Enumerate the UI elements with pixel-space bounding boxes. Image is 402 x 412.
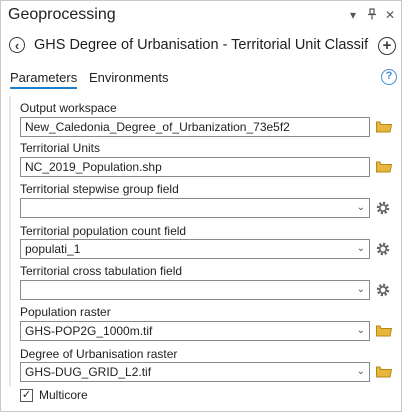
pop-count-value: populati_1: [25, 242, 81, 256]
cross-tab-select[interactable]: ⌄: [20, 280, 370, 300]
pop-count-label: Territorial population count field: [20, 224, 187, 238]
folder-icon[interactable]: [376, 324, 392, 337]
pop-raster-value: GHS-POP2G_1000m.tif: [25, 324, 153, 338]
tool-title: GHS Degree of Urbanisation - Territorial…: [34, 37, 369, 53]
dou-raster-label: Degree of Urbanisation raster: [20, 347, 178, 361]
folder-icon[interactable]: [376, 365, 392, 378]
dou-raster-value: GHS-DUG_GRID_L2.tif: [25, 365, 152, 379]
close-icon[interactable]: ✕: [383, 8, 397, 22]
help-icon[interactable]: ?: [381, 69, 397, 85]
pop-count-select[interactable]: populati_1 ⌄: [20, 239, 370, 259]
parameter-group-bar: [9, 96, 11, 386]
tab-environments[interactable]: Environments: [89, 70, 168, 85]
chevron-down-icon: ⌄: [356, 202, 365, 213]
chevron-down-icon: ⌄: [356, 284, 365, 295]
output-workspace-input[interactable]: New_Caledonia_Degree_of_Urbanization_73e…: [20, 117, 370, 137]
chevron-down-icon: ⌄: [356, 243, 365, 254]
multicore-checkbox[interactable]: ✓: [20, 389, 33, 402]
territorial-units-value: NC_2019_Population.shp: [25, 160, 162, 174]
gear-icon[interactable]: [375, 241, 391, 257]
tab-parameters[interactable]: Parameters: [10, 70, 78, 89]
pop-raster-select[interactable]: GHS-POP2G_1000m.tif ⌄: [20, 321, 370, 341]
back-arrow-icon: ‹: [14, 38, 20, 53]
folder-icon[interactable]: [376, 120, 392, 133]
pane-title: Geoprocessing: [8, 6, 116, 23]
tab-strip: Parameters Environments: [1, 67, 401, 91]
chevron-down-icon[interactable]: ▾: [346, 8, 360, 22]
territorial-units-input[interactable]: NC_2019_Population.shp: [20, 157, 370, 177]
help-glyph: ?: [385, 70, 393, 82]
back-button[interactable]: ‹: [9, 37, 25, 53]
chevron-down-icon: ⌄: [356, 325, 365, 336]
output-workspace-value: New_Caledonia_Degree_of_Urbanization_73e…: [25, 120, 290, 134]
chevron-down-icon: ⌄: [356, 366, 365, 377]
folder-icon[interactable]: [376, 160, 392, 173]
stepwise-group-label: Territorial stepwise group field: [20, 182, 179, 196]
geoprocessing-pane: Geoprocessing ▾ ✕ ‹ GHS Degree of Urbani…: [0, 0, 402, 412]
pin-icon[interactable]: [365, 8, 379, 23]
plus-icon: +: [382, 37, 392, 54]
gear-icon[interactable]: [375, 282, 391, 298]
stepwise-group-select[interactable]: ⌄: [20, 198, 370, 218]
multicore-label: Multicore: [39, 388, 88, 402]
pane-titlebar: Geoprocessing ▾ ✕: [1, 1, 401, 31]
output-workspace-label: Output workspace: [20, 101, 117, 115]
check-icon: ✓: [21, 389, 32, 401]
cross-tab-label: Territorial cross tabulation field: [20, 264, 183, 278]
territorial-units-label: Territorial Units: [20, 141, 101, 155]
dou-raster-select[interactable]: GHS-DUG_GRID_L2.tif ⌄: [20, 362, 370, 382]
pop-raster-label: Population raster: [20, 305, 111, 319]
add-button[interactable]: +: [378, 37, 396, 55]
gear-icon[interactable]: [375, 200, 391, 216]
